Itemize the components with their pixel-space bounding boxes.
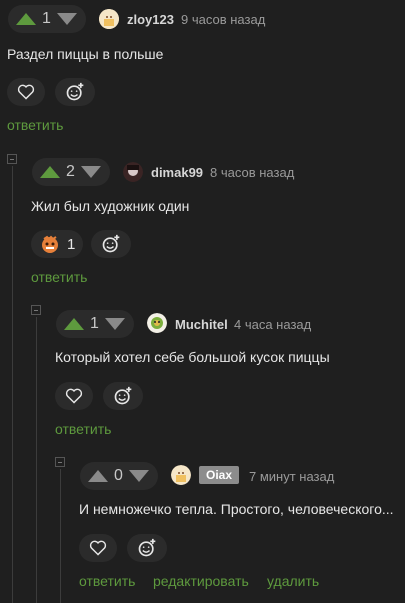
comment-text: Который хотел себе большой кусок пиццы — [55, 349, 330, 365]
username-badge[interactable]: Oiax — [199, 466, 240, 484]
downvote-button[interactable] — [128, 470, 149, 482]
username[interactable]: zloy123 — [127, 12, 174, 27]
collapse-toggle[interactable] — [7, 154, 17, 164]
heart-icon — [89, 540, 107, 556]
timestamp: 4 часа назад — [234, 317, 312, 332]
comment-text: И немножечко тепла. Простого, человеческ… — [79, 501, 394, 517]
heart-icon — [65, 388, 83, 404]
reply-link[interactable]: ответить — [55, 421, 111, 437]
reply-link[interactable]: ответить — [7, 117, 63, 133]
comment-text: Жил был художник один — [31, 198, 190, 214]
add-reaction-button[interactable] — [127, 534, 167, 562]
vote-count: 0 — [114, 467, 123, 484]
timestamp: 7 минут назад — [249, 469, 335, 484]
emoji-face-icon — [42, 235, 58, 253]
reply-link[interactable]: ответить — [79, 573, 135, 589]
upvote-button[interactable] — [64, 318, 84, 330]
vote-count: 1 — [90, 315, 99, 332]
emoji-add-icon — [138, 538, 156, 557]
add-reaction-button[interactable] — [103, 382, 143, 410]
avatar[interactable] — [123, 162, 143, 182]
vote-widget: 1 — [8, 5, 86, 33]
edit-link[interactable]: редактировать — [153, 573, 249, 589]
add-reaction-button[interactable] — [91, 230, 131, 258]
avatar-icon — [123, 162, 143, 182]
collapse-toggle[interactable] — [55, 457, 65, 467]
vote-count: 2 — [66, 163, 75, 180]
delete-link[interactable]: удалить — [267, 573, 319, 589]
vote-widget: 0 — [80, 462, 158, 490]
timestamp: 8 часов назад — [210, 165, 295, 180]
avatar[interactable] — [99, 9, 119, 29]
reaction-button[interactable]: 1 — [31, 230, 83, 258]
emoji-add-icon — [102, 234, 120, 253]
thread-line — [60, 469, 61, 603]
vote-widget: 1 — [56, 310, 134, 338]
add-reaction-button[interactable] — [55, 78, 95, 106]
emoji-add-icon — [66, 82, 84, 101]
reaction-count: 1 — [67, 235, 76, 253]
downvote-button[interactable] — [104, 318, 125, 330]
downvote-button[interactable] — [56, 13, 77, 25]
upvote-button[interactable] — [16, 13, 36, 25]
avatar[interactable] — [171, 465, 191, 485]
like-button[interactable] — [55, 382, 93, 410]
thread-line — [12, 166, 13, 603]
collapse-toggle[interactable] — [31, 305, 41, 315]
emoji-add-icon — [114, 386, 132, 405]
avatar-icon — [147, 313, 167, 333]
vote-count: 1 — [42, 10, 51, 27]
like-button[interactable] — [7, 78, 45, 106]
username[interactable]: Muchitel — [175, 317, 228, 332]
avatar-icon — [171, 465, 191, 485]
username[interactable]: dimak99 — [151, 165, 203, 180]
avatar-icon — [99, 9, 119, 29]
downvote-button[interactable] — [80, 166, 101, 178]
upvote-button[interactable] — [40, 166, 60, 178]
timestamp: 9 часов назад — [181, 12, 266, 27]
like-button[interactable] — [79, 534, 117, 562]
reply-link[interactable]: ответить — [31, 269, 87, 285]
upvote-button[interactable] — [88, 470, 108, 482]
avatar[interactable] — [147, 313, 167, 333]
comment-text: Раздел пиццы в польше — [7, 46, 164, 62]
thread-line — [36, 317, 37, 603]
vote-widget: 2 — [32, 158, 110, 186]
heart-icon — [17, 84, 35, 100]
